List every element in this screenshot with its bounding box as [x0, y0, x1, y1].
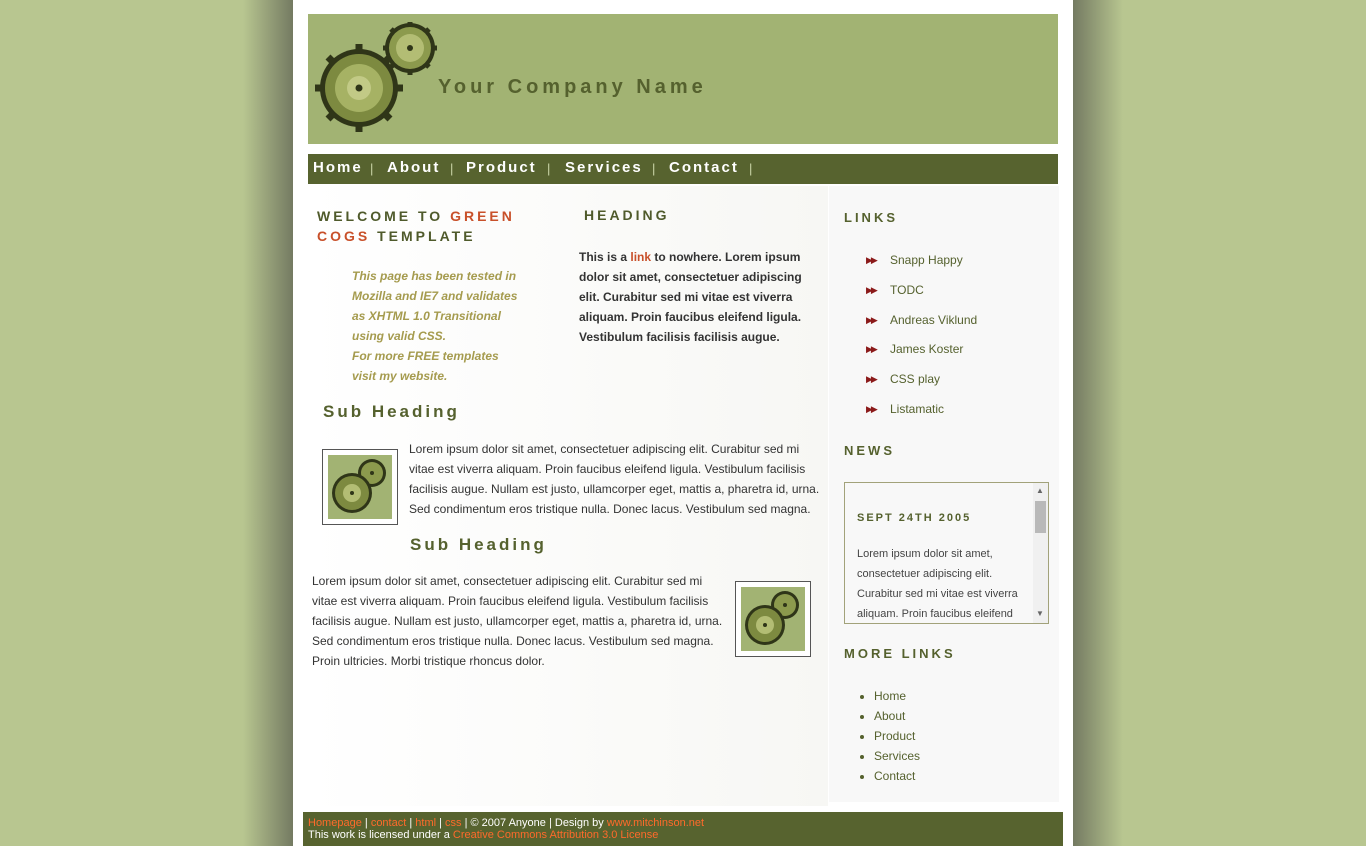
more-link-contact[interactable]: Contact	[874, 766, 920, 786]
nav-separator: |	[450, 161, 454, 176]
nav-product[interactable]: Product	[466, 159, 537, 176]
double-arrow-icon: ▶▶	[866, 255, 878, 265]
welcome-suffix: TEMPLATE	[370, 228, 476, 244]
footer-link-html[interactable]: html	[415, 817, 436, 829]
note-line: as XHTML 1.0 Transitional	[352, 309, 501, 323]
cogs-thumbnail-2	[735, 581, 811, 657]
column-text-before: This is a	[579, 250, 631, 264]
link-label: Andreas Viklund	[890, 313, 978, 327]
nav-separator: |	[749, 161, 753, 176]
cogs-thumbnail-image	[328, 455, 392, 519]
news-date: SEPT 24TH 2005	[857, 512, 972, 524]
news-scroll-box[interactable]: SEPT 24TH 2005 Lorem ipsum dolor sit ame…	[844, 482, 1049, 624]
double-arrow-icon: ▶▶	[866, 374, 878, 384]
cogs-icon	[332, 459, 386, 513]
cogs-thumbnail-image	[741, 587, 805, 651]
site-footer: Homepage | contact | html | css | © 2007…	[303, 812, 1063, 846]
link-label: James Koster	[890, 342, 964, 356]
note-line: This page has been tested in	[352, 269, 517, 283]
footer-line-2: This work is licensed under a Creative C…	[308, 829, 658, 841]
welcome-heading: WELCOME TO GREEN COGS TEMPLATE	[317, 206, 547, 246]
cogs-icon	[745, 591, 799, 645]
footer-separator: |	[464, 817, 468, 829]
footer-license-link[interactable]: Creative Commons Attribution 3.0 License	[453, 829, 658, 841]
more-link-home[interactable]: Home	[874, 686, 920, 706]
tested-note: This page has been tested in Mozilla and…	[352, 266, 532, 386]
footer-designer-link[interactable]: www.mitchinson.net	[607, 817, 704, 829]
double-arrow-icon: ▶▶	[866, 404, 878, 414]
link-label: TODC	[890, 283, 924, 297]
cogs-logo-icon	[315, 22, 437, 132]
footer-link-contact[interactable]: contact	[371, 817, 406, 829]
column-text-after: to nowhere. Lorem ipsum dolor sit amet, …	[579, 250, 802, 344]
double-arrow-icon: ▶▶	[866, 285, 878, 295]
footer-separator: |	[364, 817, 368, 829]
double-arrow-icon: ▶▶	[866, 344, 878, 354]
footer-link-homepage[interactable]: Homepage	[308, 817, 362, 829]
footer-separator: |	[439, 817, 442, 829]
news-scrollbar[interactable]: ▲ ▼	[1033, 483, 1048, 623]
scrollbar-thumb[interactable]	[1035, 501, 1046, 533]
main-nav: Home | About | Product | Services | Cont…	[308, 154, 1058, 184]
nav-contact[interactable]: Contact	[669, 159, 739, 176]
nowhere-link[interactable]: link	[630, 250, 651, 264]
note-line: visit my website.	[352, 369, 448, 383]
nav-about[interactable]: About	[387, 159, 440, 176]
welcome-prefix: WELCOME TO	[317, 208, 451, 224]
company-name: Your Company Name	[438, 76, 707, 98]
scroll-up-arrow-icon[interactable]: ▲	[1036, 486, 1044, 495]
column-text: This is a link to nowhere. Lorem ipsum d…	[579, 247, 824, 347]
more-links-heading: MORE LINKS	[844, 646, 956, 661]
site-header: Your Company Name	[308, 14, 1058, 144]
footer-copyright: © 2007 Anyone | Design by	[470, 817, 607, 829]
footer-license-prefix: This work is licensed under a	[308, 829, 453, 841]
nav-services[interactable]: Services	[565, 159, 643, 176]
news-heading: NEWS	[844, 443, 895, 458]
link-label: Listamatic	[890, 402, 945, 416]
nav-separator: |	[652, 161, 656, 176]
right-page-shadow	[1073, 0, 1123, 846]
cogs-thumbnail-1	[322, 449, 398, 525]
news-text: Lorem ipsum dolor sit amet, consectetuer…	[857, 548, 1018, 620]
footer-link-css[interactable]: css	[445, 817, 462, 829]
footer-separator: |	[409, 817, 413, 829]
double-arrow-icon: ▶▶	[866, 315, 878, 325]
note-line: For more FREE templates	[352, 349, 499, 363]
link-label: CSS play	[890, 372, 941, 386]
note-line: using valid CSS.	[352, 329, 447, 343]
footer-line-1: Homepage | contact | html | css | © 2007…	[308, 817, 704, 829]
section2-text: Lorem ipsum dolor sit amet, consectetuer…	[312, 574, 723, 668]
nav-separator: |	[547, 161, 551, 176]
links-heading: LINKS	[844, 210, 898, 225]
section1-text: Lorem ipsum dolor sit amet, consectetuer…	[409, 442, 820, 516]
nav-separator: |	[370, 161, 374, 176]
scroll-down-arrow-icon[interactable]: ▼	[1036, 609, 1044, 618]
left-page-shadow	[243, 0, 293, 846]
page-container: Your Company Name Home | About | Product…	[293, 0, 1073, 846]
sub-heading-2: Sub Heading	[410, 535, 547, 554]
link-label: Snapp Happy	[890, 253, 963, 267]
sub-heading-1: Sub Heading	[323, 402, 460, 421]
column-heading: HEADING	[584, 207, 670, 223]
more-link-services[interactable]: Services	[874, 746, 920, 766]
note-line: Mozilla and IE7 and validates	[352, 289, 518, 303]
more-link-about[interactable]: About	[874, 706, 920, 726]
more-link-product[interactable]: Product	[874, 726, 920, 746]
nav-home[interactable]: Home	[313, 159, 363, 176]
more-links-list: Home About Product Services Contact	[858, 686, 920, 786]
